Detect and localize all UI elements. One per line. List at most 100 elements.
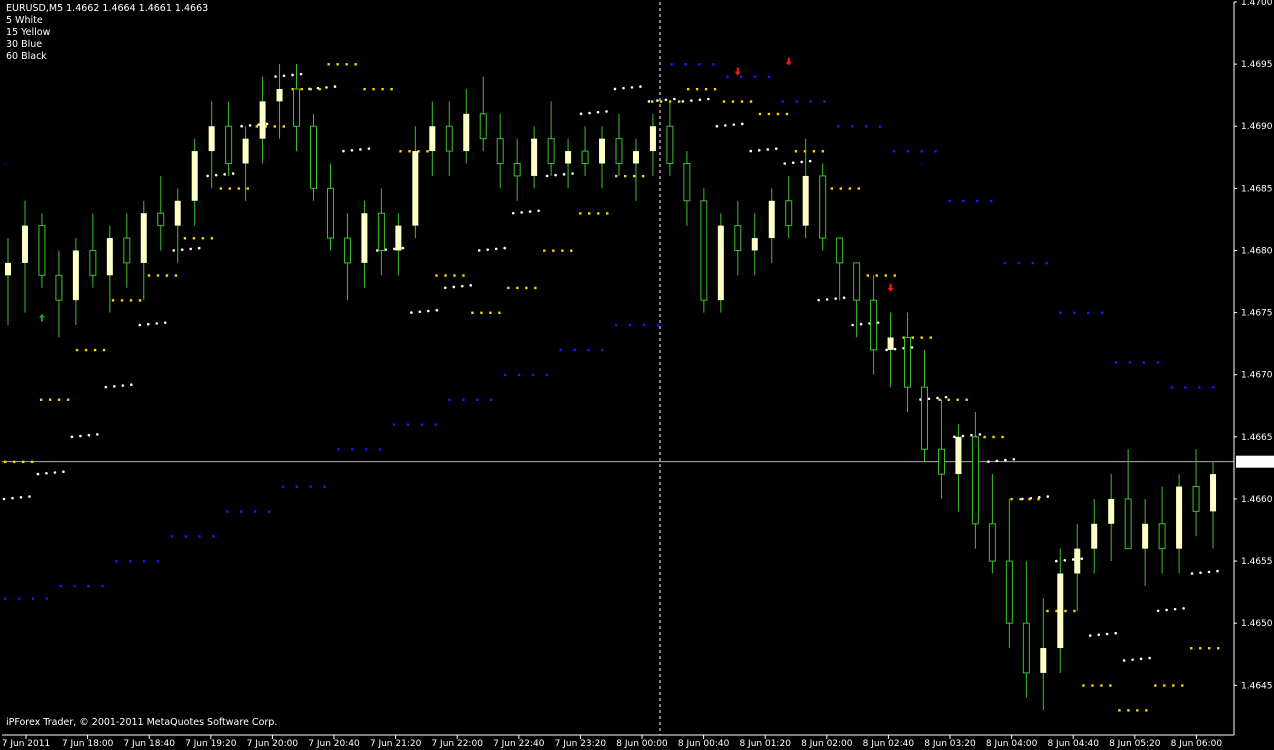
ma-point [1010,497,1013,501]
ma-point [673,97,676,101]
ma-point [740,122,744,126]
ma-point [165,274,169,277]
ma-point [686,87,690,91]
candle-body [123,237,131,264]
ma-point [489,311,492,314]
candle-body [106,238,113,276]
ma-point [511,211,515,215]
ma-point [554,173,557,177]
ma-point [892,150,896,153]
ma-point [639,85,642,88]
candle-body [785,200,793,227]
ma-point [794,150,798,153]
ma-point [724,124,727,127]
ma-point [273,125,276,128]
ma-point [757,148,761,152]
ma-point [336,63,339,66]
ma-point [520,211,523,214]
ma-point [670,63,673,66]
ma-point [1190,572,1194,575]
candle-body [361,213,368,263]
ma-point [956,398,959,401]
ma-point [713,87,717,91]
ma-point [1001,435,1004,439]
ma-point [253,510,257,513]
ma-point [987,460,990,463]
ma-point [146,322,150,326]
candle-body [700,200,708,301]
candle-body [887,337,894,350]
ma-point [1004,458,1007,462]
ma-point [613,87,617,91]
ma-point [156,560,160,563]
ma-point [226,510,229,513]
ma-point [36,472,40,476]
ma-point [17,597,21,600]
ma-point [350,148,354,152]
ma-point [93,348,97,352]
ma-point [690,99,693,102]
candle-body [937,448,945,475]
ma-point [11,496,14,500]
ma-point [1199,571,1202,574]
candle-body [479,113,487,140]
time-tick-label: 8 Jun 06:00 [1171,739,1223,749]
ma-point [812,150,816,153]
ma-point [426,150,429,153]
ma-point [170,535,174,538]
ma-point [1080,557,1084,560]
ma-point [219,187,223,190]
ma-point [936,396,939,400]
ma-point [783,162,787,165]
ma-point [1182,607,1185,610]
ma-point [57,398,61,401]
candle-body [683,163,691,202]
ma-point [129,299,133,302]
price-tick-label: 1.4690 [1241,122,1273,132]
candle-body [343,237,351,264]
ma-point [359,148,362,151]
ma-point [1198,386,1201,389]
ma-point [1118,709,1121,712]
ma-point [606,212,609,215]
time-tick-label: 8 Jun 04:40 [1047,739,1099,749]
ma-point [406,423,410,426]
ma-point [299,72,303,76]
price-tick-label: 1.4665 [1241,433,1273,443]
time-tick-label: 7 Jun 20:40 [308,739,360,749]
ma-point [1208,647,1211,650]
ma-point [722,100,726,103]
ma-point [198,535,201,538]
ma-point [965,398,968,401]
ma-point [830,187,834,190]
candle-body [21,225,28,263]
candle-body [5,262,11,276]
candle-body [310,125,317,189]
ma-point [300,87,303,91]
ma-point [588,212,591,215]
ma-point [622,86,625,90]
ma-point [291,73,294,77]
candle-body [259,101,266,139]
ma-point [893,347,897,351]
candle-body [819,175,827,239]
ma-point [469,284,473,287]
ma-point [45,472,48,475]
candle-body [208,126,215,152]
ma-point [821,150,825,153]
ma-point [1031,261,1034,265]
ma-point [929,336,932,339]
ma-point [684,63,687,66]
ma-point [677,100,681,103]
ma-point [726,75,729,78]
candle-body [649,126,656,152]
candle-body [395,225,402,251]
ma-point [192,237,196,240]
ma-point [372,87,375,91]
ma-point [1071,558,1075,561]
ma-point [698,98,702,102]
candle-body [1176,486,1183,549]
candle-body [666,125,674,165]
ma-point [1114,361,1118,364]
ma-point [664,98,668,102]
